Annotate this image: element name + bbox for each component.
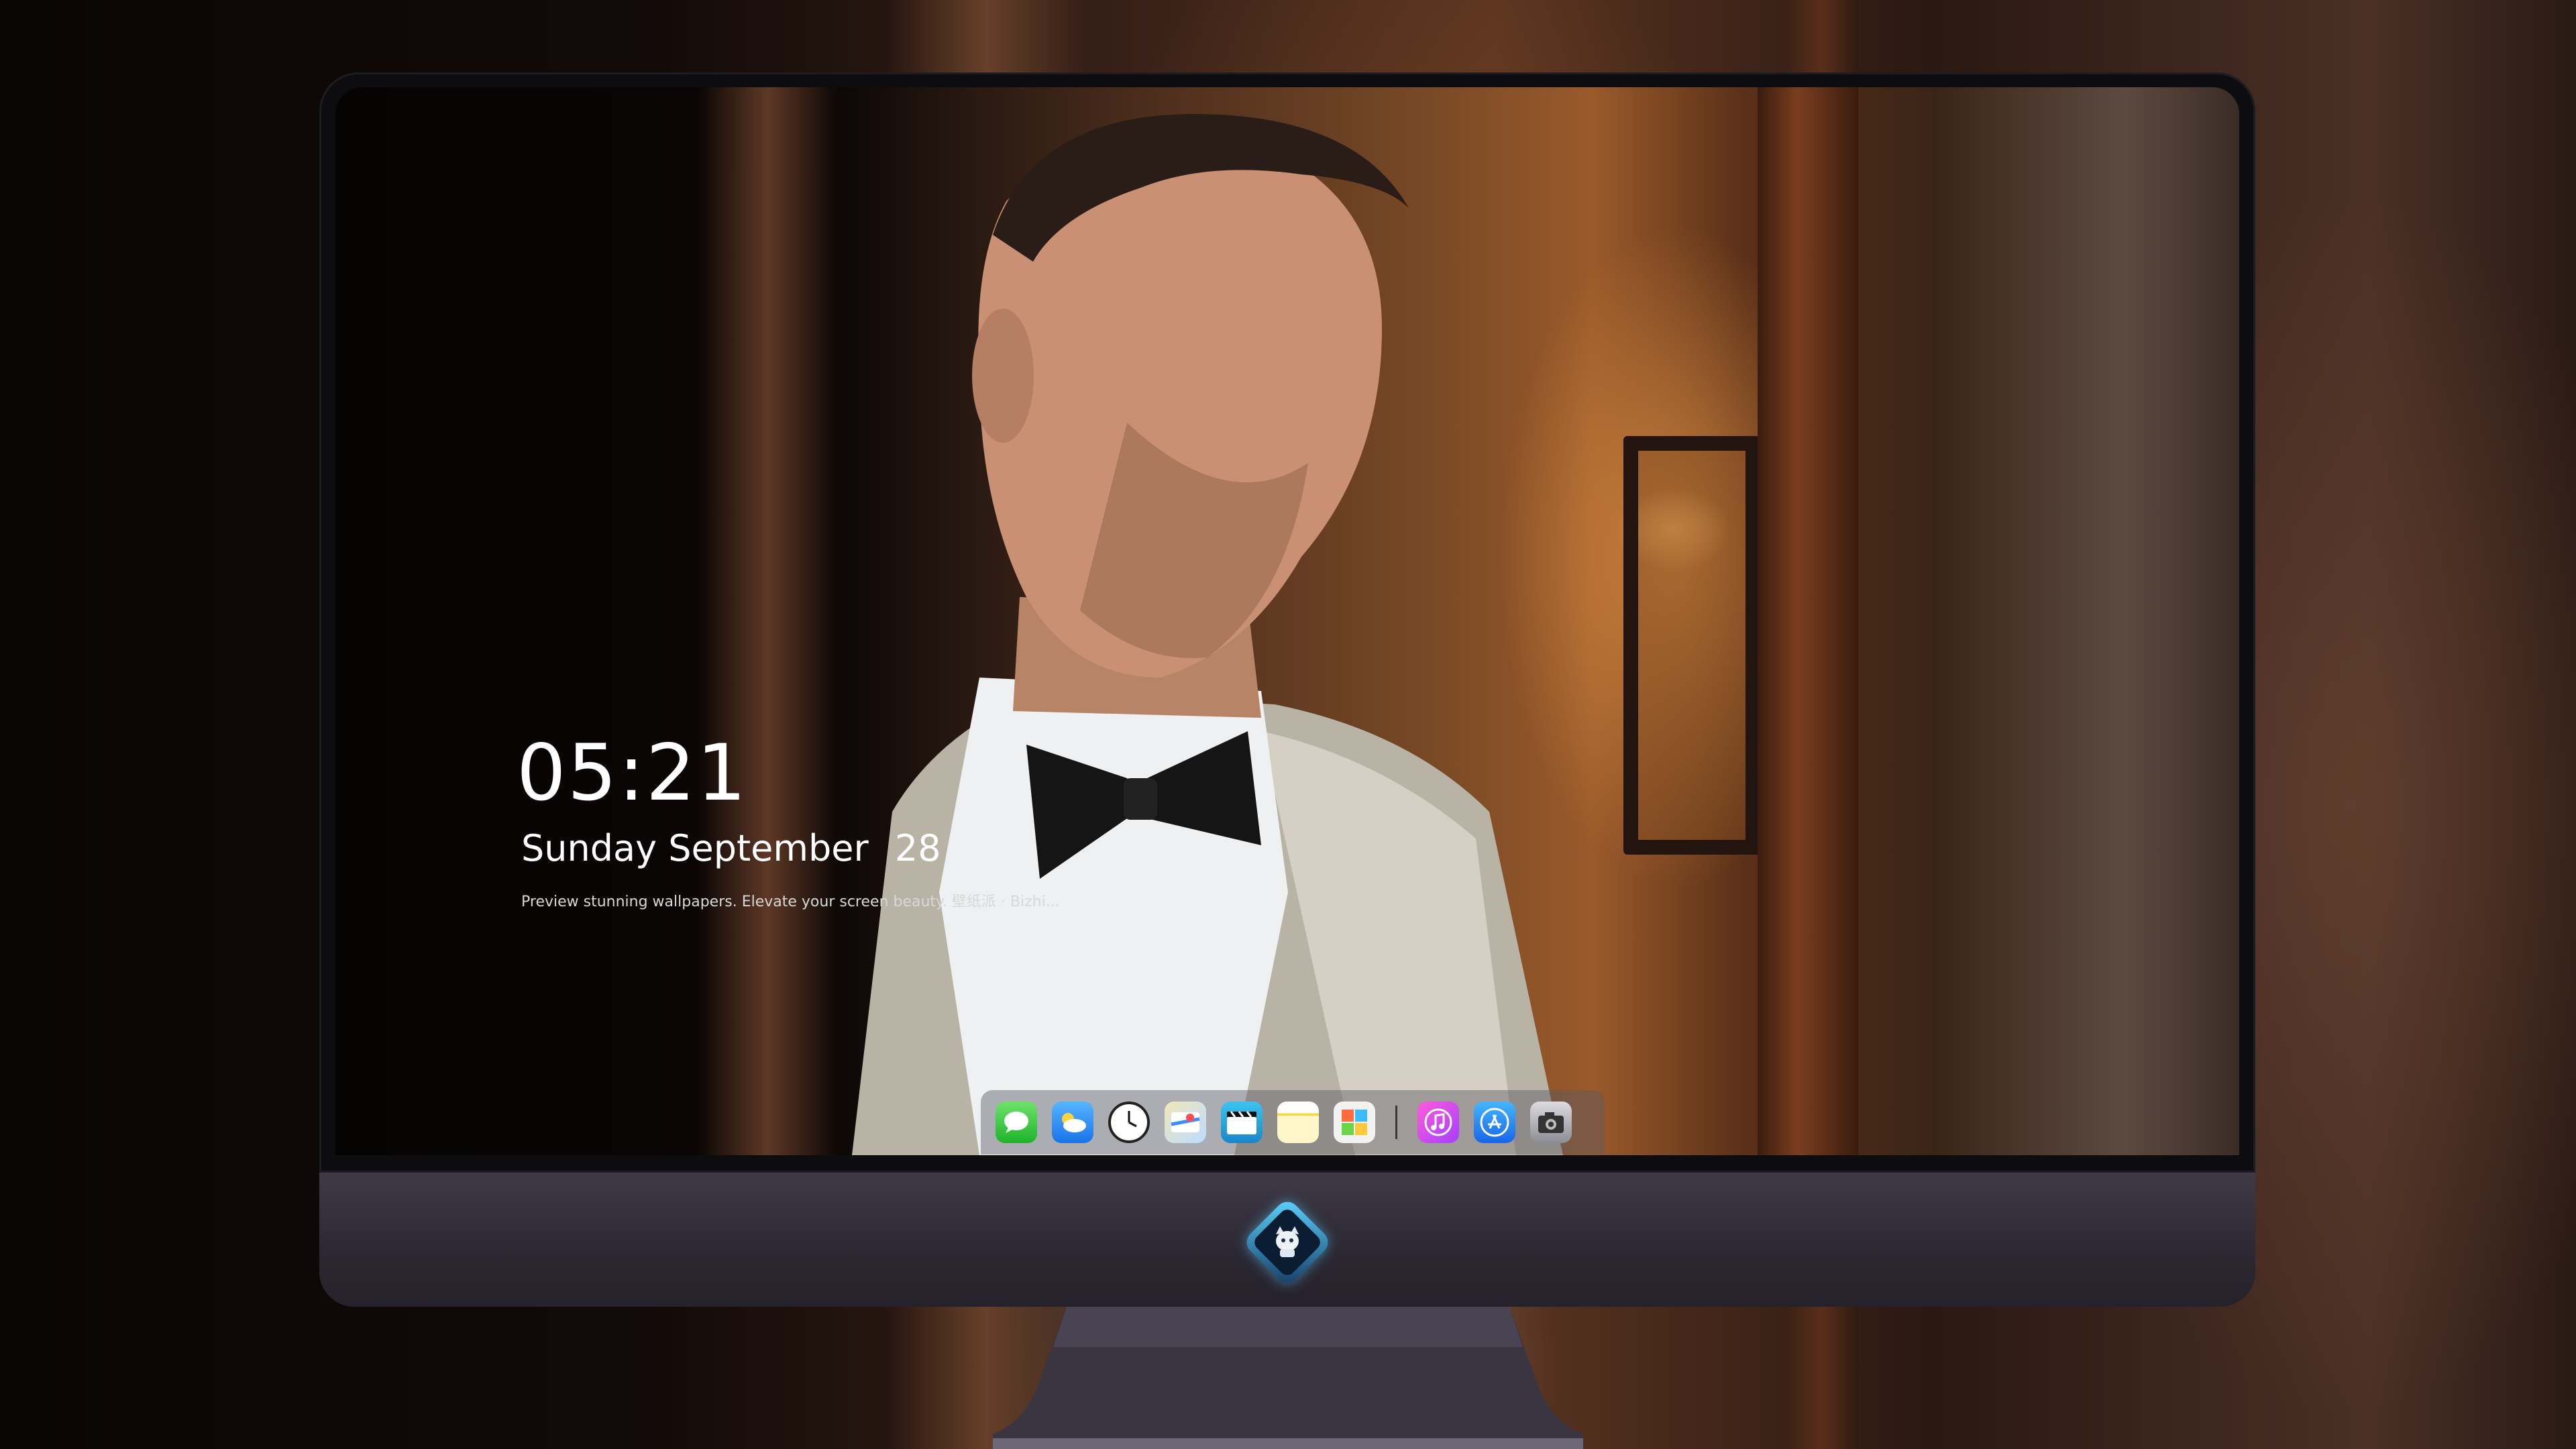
music-icon[interactable]: [1417, 1102, 1459, 1143]
wallpaper-tagline: Preview stunning wallpapers. Elevate you…: [521, 894, 1060, 910]
date-weekday: Sunday: [521, 827, 657, 869]
dock: [981, 1090, 1605, 1155]
photos-icon[interactable]: [1334, 1102, 1375, 1143]
maps-icon[interactable]: [1165, 1102, 1206, 1143]
brand-mascot-icon: [1276, 1226, 1299, 1257]
date-month: September: [668, 827, 869, 869]
dock-separator: [1395, 1106, 1397, 1139]
date-day: 28: [894, 827, 941, 869]
camera-icon[interactable]: [1530, 1102, 1572, 1143]
monitor-chin: [319, 1173, 2255, 1307]
weather-icon[interactable]: [1052, 1102, 1093, 1143]
notes-icon[interactable]: [1277, 1102, 1319, 1143]
videos-icon[interactable]: [1221, 1102, 1263, 1143]
monitor: 05:21 Sunday September 28 Preview stunni…: [319, 72, 2255, 1307]
clock-icon[interactable]: [1108, 1102, 1150, 1143]
app-store-icon[interactable]: [1474, 1102, 1515, 1143]
wallpaper-man-in-tuxedo: [852, 114, 1563, 1155]
clock-time: 05:21: [517, 728, 748, 818]
messages-icon[interactable]: [996, 1102, 1037, 1143]
monitor-stand: [993, 1307, 1583, 1449]
lock-screen[interactable]: 05:21 Sunday September 28 Preview stunni…: [335, 87, 2239, 1155]
date-line: Sunday September 28: [521, 827, 941, 869]
